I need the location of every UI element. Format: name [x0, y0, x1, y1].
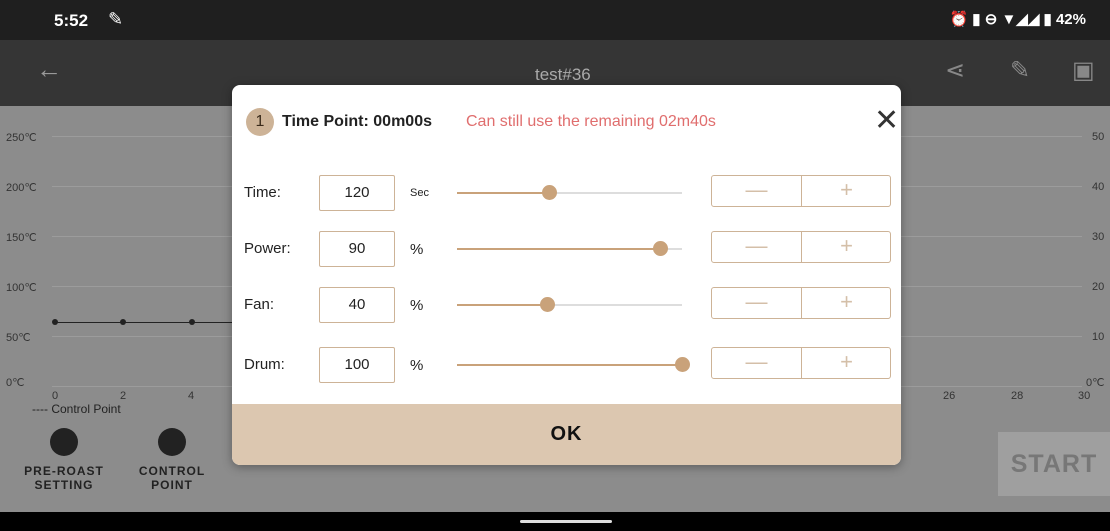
- fan-label: Fan:: [244, 296, 275, 313]
- y-tick-right: 10: [1092, 331, 1105, 343]
- close-icon[interactable]: ✕: [874, 106, 899, 136]
- x-tick: 28: [1011, 390, 1024, 402]
- fan-stepper: — +: [711, 287, 891, 319]
- pre-roast-setting-label: PRE-ROAST SETTING: [24, 464, 104, 492]
- drum-slider[interactable]: [457, 357, 690, 372]
- drum-row: Drum: 100 % — +: [232, 346, 901, 386]
- drum-label: Drum:: [244, 356, 285, 373]
- time-label: Time:: [244, 184, 281, 201]
- notification-icon: ✎: [108, 9, 124, 29]
- y-tick-left: 50℃: [6, 332, 31, 344]
- control-point-marker[interactable]: [189, 319, 195, 325]
- fan-unit: %: [410, 297, 424, 314]
- power-label: Power:: [244, 240, 291, 257]
- time-unit: Sec: [410, 187, 429, 199]
- drum-unit: %: [410, 357, 424, 374]
- time-input[interactable]: 120: [319, 175, 395, 211]
- fan-slider[interactable]: [457, 297, 682, 312]
- slider-fill: [457, 304, 547, 306]
- time-stepper: — +: [711, 175, 891, 207]
- control-point-icon: [158, 428, 186, 456]
- x-tick: 26: [943, 390, 956, 402]
- share-icon[interactable]: ⋖: [945, 56, 965, 85]
- y-tick-left: 100℃: [6, 282, 37, 294]
- slider-fill: [457, 364, 682, 366]
- status-time: 5:52: [54, 11, 89, 30]
- power-increment-button[interactable]: +: [802, 232, 891, 262]
- power-slider[interactable]: [457, 241, 682, 256]
- time-row: Time: 120 Sec — +: [232, 174, 901, 214]
- power-stepper: — +: [711, 231, 891, 263]
- y-tick-right: 0℃: [1086, 377, 1105, 389]
- y-tick-left: 250℃: [6, 132, 37, 144]
- x-tick: 30: [1078, 390, 1091, 402]
- slider-thumb[interactable]: [540, 297, 555, 312]
- drum-stepper: — +: [711, 347, 891, 379]
- power-input[interactable]: 90: [319, 231, 395, 267]
- slider-fill: [457, 248, 660, 250]
- slider-fill: [457, 192, 550, 194]
- remaining-time-text: Can still use the remaining 02m40s: [466, 113, 716, 130]
- page-title: test#36: [535, 65, 591, 84]
- time-point-label: Time Point: 00m00s: [282, 113, 432, 130]
- time-increment-button[interactable]: +: [802, 176, 891, 206]
- edit-icon[interactable]: ✎: [1010, 56, 1030, 85]
- y-tick-left: 150℃: [6, 232, 37, 244]
- slider-thumb[interactable]: [542, 185, 558, 200]
- y-tick-right: 50: [1092, 131, 1105, 143]
- x-tick: 2: [120, 390, 127, 402]
- control-point-button[interactable]: CONTROL POINT: [134, 428, 210, 492]
- navigation-bar: [0, 512, 1110, 531]
- power-unit: %: [410, 241, 424, 258]
- fan-row: Fan: 40 % — +: [232, 286, 901, 326]
- x-tick: 4: [188, 390, 195, 402]
- control-point-marker[interactable]: [52, 319, 58, 325]
- fan-increment-button[interactable]: +: [802, 288, 891, 318]
- status-bar: 5:52 ✎ ⏰ ▮ ⊖ ▼◢◢ ▮ 42%: [0, 0, 1110, 40]
- point-index-badge: 1: [246, 108, 274, 136]
- fan-input[interactable]: 40: [319, 287, 395, 323]
- home-indicator[interactable]: [520, 520, 612, 523]
- battery-percent: 42%: [1055, 11, 1086, 28]
- drum-increment-button[interactable]: +: [802, 348, 891, 378]
- ok-button[interactable]: OK: [232, 404, 901, 465]
- y-tick-right: 40: [1092, 181, 1105, 193]
- start-button[interactable]: START: [998, 432, 1110, 496]
- chart-legend: ---- Control Point: [32, 402, 121, 416]
- fan-decrement-button[interactable]: —: [712, 288, 802, 318]
- time-slider[interactable]: [457, 185, 682, 200]
- y-tick-right: 30: [1092, 231, 1105, 243]
- back-arrow-icon[interactable]: ←: [36, 54, 62, 85]
- y-tick-left: 200℃: [6, 182, 37, 194]
- control-point-line: [55, 322, 235, 323]
- slider-thumb[interactable]: [675, 357, 690, 372]
- time-decrement-button[interactable]: —: [712, 176, 802, 206]
- pre-roast-setting-button[interactable]: PRE-ROAST SETTING: [22, 428, 106, 492]
- control-point-marker[interactable]: [120, 319, 126, 325]
- control-point-label: CONTROL POINT: [138, 464, 206, 492]
- drum-decrement-button[interactable]: —: [712, 348, 802, 378]
- export-icon[interactable]: ▣: [1072, 56, 1095, 85]
- y-tick-left: 0℃: [6, 377, 25, 389]
- slider-thumb[interactable]: [652, 241, 668, 256]
- y-tick-right: 20: [1092, 281, 1105, 293]
- time-point-dialog: 1 Time Point: 00m00s Can still use the r…: [232, 85, 901, 465]
- power-row: Power: 90 % — +: [232, 230, 901, 270]
- status-right: ⏰ ▮ ⊖ ▼◢◢ ▮ 42%: [949, 11, 1086, 28]
- gear-icon: [50, 428, 78, 456]
- dialog-header: 1 Time Point: 00m00s Can still use the r…: [246, 106, 899, 136]
- drum-input[interactable]: 100: [319, 347, 395, 383]
- power-decrement-button[interactable]: —: [712, 232, 802, 262]
- x-tick: 0: [52, 390, 59, 402]
